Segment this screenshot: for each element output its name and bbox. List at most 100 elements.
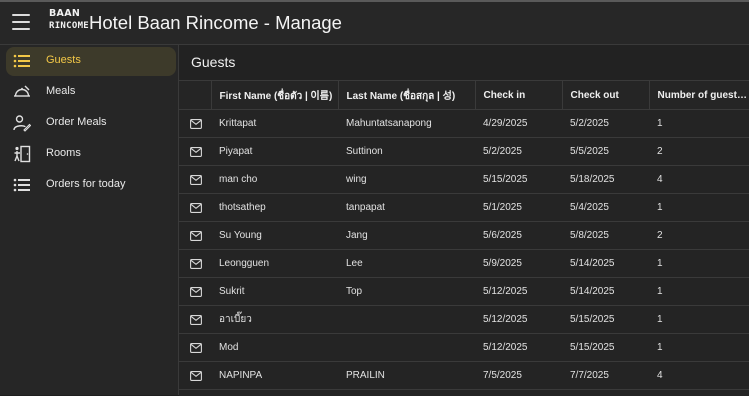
check-in-cell: 5/9/2025 (475, 249, 562, 278)
last-name-cell: Top (338, 277, 475, 306)
column-header-last-name[interactable]: Last Name (ชื่อสกุล | 성) (337, 81, 475, 110)
row-mail-button[interactable] (179, 361, 211, 390)
hamburger-menu-icon[interactable] (12, 14, 30, 30)
mail-icon (190, 342, 202, 353)
logo-line1: BAAN (49, 8, 81, 19)
guest-count-cell: 1 (649, 305, 749, 334)
column-header-number-of-guests[interactable]: Number of guests... (648, 81, 749, 110)
sidebar-item-rooms[interactable]: Rooms (6, 140, 176, 169)
check-out-cell: 5/15/2025 (562, 333, 649, 362)
check-in-cell: 5/12/2025 (475, 277, 562, 306)
page-title: Guests (191, 54, 236, 70)
first-name-cell: NAPINPA (211, 361, 338, 390)
check-in-cell: 5/12/2025 (475, 305, 562, 334)
check-out-cell: 5/2/2025 (562, 109, 649, 138)
last-name-cell: PRAILIN (338, 361, 475, 390)
first-name-cell: man cho (211, 165, 338, 194)
check-in-cell: 5/12/2025 (475, 333, 562, 362)
row-mail-button[interactable] (179, 109, 211, 138)
first-name-cell: Mod (211, 333, 338, 362)
sidebar-item-orders-for-today[interactable]: Orders for today (6, 171, 176, 200)
mail-icon (190, 258, 202, 269)
check-out-cell: 5/8/2025 (562, 221, 649, 250)
last-name-cell: Jang (338, 221, 475, 250)
last-name-cell: Mahuntatsanapong (338, 109, 475, 138)
guest-count-cell: 1 (649, 193, 749, 222)
check-out-cell: 7/7/2025 (562, 361, 649, 390)
column-header-first-name[interactable]: First Name (ชื่อตัว | 이름) (210, 81, 338, 110)
column-header-check-in[interactable]: Check in (474, 81, 562, 110)
check-in-cell: 5/1/2025 (475, 193, 562, 222)
table-row[interactable]: thotsathep tanpapat 5/1/2025 5/4/2025 1 (179, 193, 749, 222)
last-name-cell (338, 333, 475, 362)
check-out-cell: 5/14/2025 (562, 249, 649, 278)
sidebar-item-label: Order Meals (46, 116, 107, 128)
table-row[interactable]: Su Young Jang 5/6/2025 5/8/2025 2 (179, 221, 749, 250)
mail-icon (190, 370, 202, 381)
check-out-cell: 5/15/2025 (562, 305, 649, 334)
check-out-cell: 5/18/2025 (562, 165, 649, 194)
first-name-cell: Su Young (211, 221, 338, 250)
sidebar-item-label: Orders for today (46, 178, 126, 190)
column-header-check-out[interactable]: Check out (561, 81, 649, 110)
last-name-cell: Suttinon (338, 137, 475, 166)
row-mail-button[interactable] (179, 277, 211, 306)
last-name-cell: wing (338, 165, 475, 194)
check-in-cell: 5/2/2025 (475, 137, 562, 166)
sidebar-item-label: Guests (46, 54, 81, 66)
check-out-cell: 5/14/2025 (562, 277, 649, 306)
table-row[interactable]: อาเบี๊ยว 5/12/2025 5/15/2025 1 (179, 305, 749, 334)
mail-icon (190, 286, 202, 297)
table-row[interactable]: man cho wing 5/15/2025 5/18/2025 4 (179, 165, 749, 194)
table-row[interactable]: Sukrit Top 5/12/2025 5/14/2025 1 (179, 277, 749, 306)
check-in-cell: 7/5/2025 (475, 361, 562, 390)
first-name-cell: Krittapat (211, 109, 338, 138)
first-name-cell: thotsathep (211, 193, 338, 222)
mail-icon (190, 314, 202, 325)
table-row[interactable]: Leongguen Lee 5/9/2025 5/14/2025 1 (179, 249, 749, 278)
first-name-cell: Leongguen (211, 249, 338, 278)
sidebar-item-order-meals[interactable]: Order Meals (6, 109, 176, 138)
row-mail-button[interactable] (179, 305, 211, 334)
row-mail-button[interactable] (179, 333, 211, 362)
sidebar-item-meals[interactable]: Meals (6, 78, 176, 107)
sidebar-item-guests[interactable]: Guests (6, 47, 176, 76)
mail-icon (190, 146, 202, 157)
table-row[interactable]: Piyapat Suttinon 5/2/2025 5/5/2025 2 (179, 137, 749, 166)
mail-icon (190, 230, 202, 241)
first-name-cell: Piyapat (211, 137, 338, 166)
guest-count-cell: 2 (649, 137, 749, 166)
row-mail-button[interactable] (179, 193, 211, 222)
row-mail-button[interactable] (179, 221, 211, 250)
meal-icon (14, 85, 30, 97)
guest-count-cell: 4 (649, 361, 749, 390)
mail-icon (190, 174, 202, 185)
first-name-cell: Sukrit (211, 277, 338, 306)
row-mail-button[interactable] (179, 165, 211, 194)
row-mail-button[interactable] (179, 249, 211, 278)
logo-line2: RINCOME (49, 21, 90, 31)
header-icon-column (179, 81, 211, 110)
app-title: Hotel Baan Rincome - Manage (89, 12, 342, 33)
table-row[interactable]: NAPINPA PRAILIN 7/5/2025 7/7/2025 4 (179, 361, 749, 390)
check-in-cell: 4/29/2025 (475, 109, 562, 138)
last-name-cell (338, 305, 475, 334)
check-in-cell: 5/15/2025 (475, 165, 562, 194)
mail-icon (190, 202, 202, 213)
guests-table: First Name (ชื่อตัว | 이름) Last Name (ชื่… (179, 80, 749, 396)
guest-count-cell: 4 (649, 165, 749, 194)
guest-count-cell: 2 (649, 221, 749, 250)
guest-count-cell: 1 (649, 333, 749, 362)
sidebar-item-label: Rooms (46, 147, 81, 159)
guest-count-cell: 1 (649, 249, 749, 278)
row-mail-button[interactable] (179, 137, 211, 166)
hotel-logo: BAAN RINCOME (49, 8, 90, 40)
main-content: Guests First Name (ชื่อตัว | 이름) Last Na… (179, 45, 749, 396)
table-row[interactable]: Mod 5/12/2025 5/15/2025 1 (179, 333, 749, 362)
first-name-cell: อาเบี๊ยว (211, 305, 338, 334)
last-name-cell: tanpapat (338, 193, 475, 222)
list-icon (13, 54, 30, 68)
guest-count-cell: 1 (649, 277, 749, 306)
table-row[interactable]: Krittapat Mahuntatsanapong 4/29/2025 5/2/20… (179, 109, 749, 138)
check-out-cell: 5/4/2025 (562, 193, 649, 222)
